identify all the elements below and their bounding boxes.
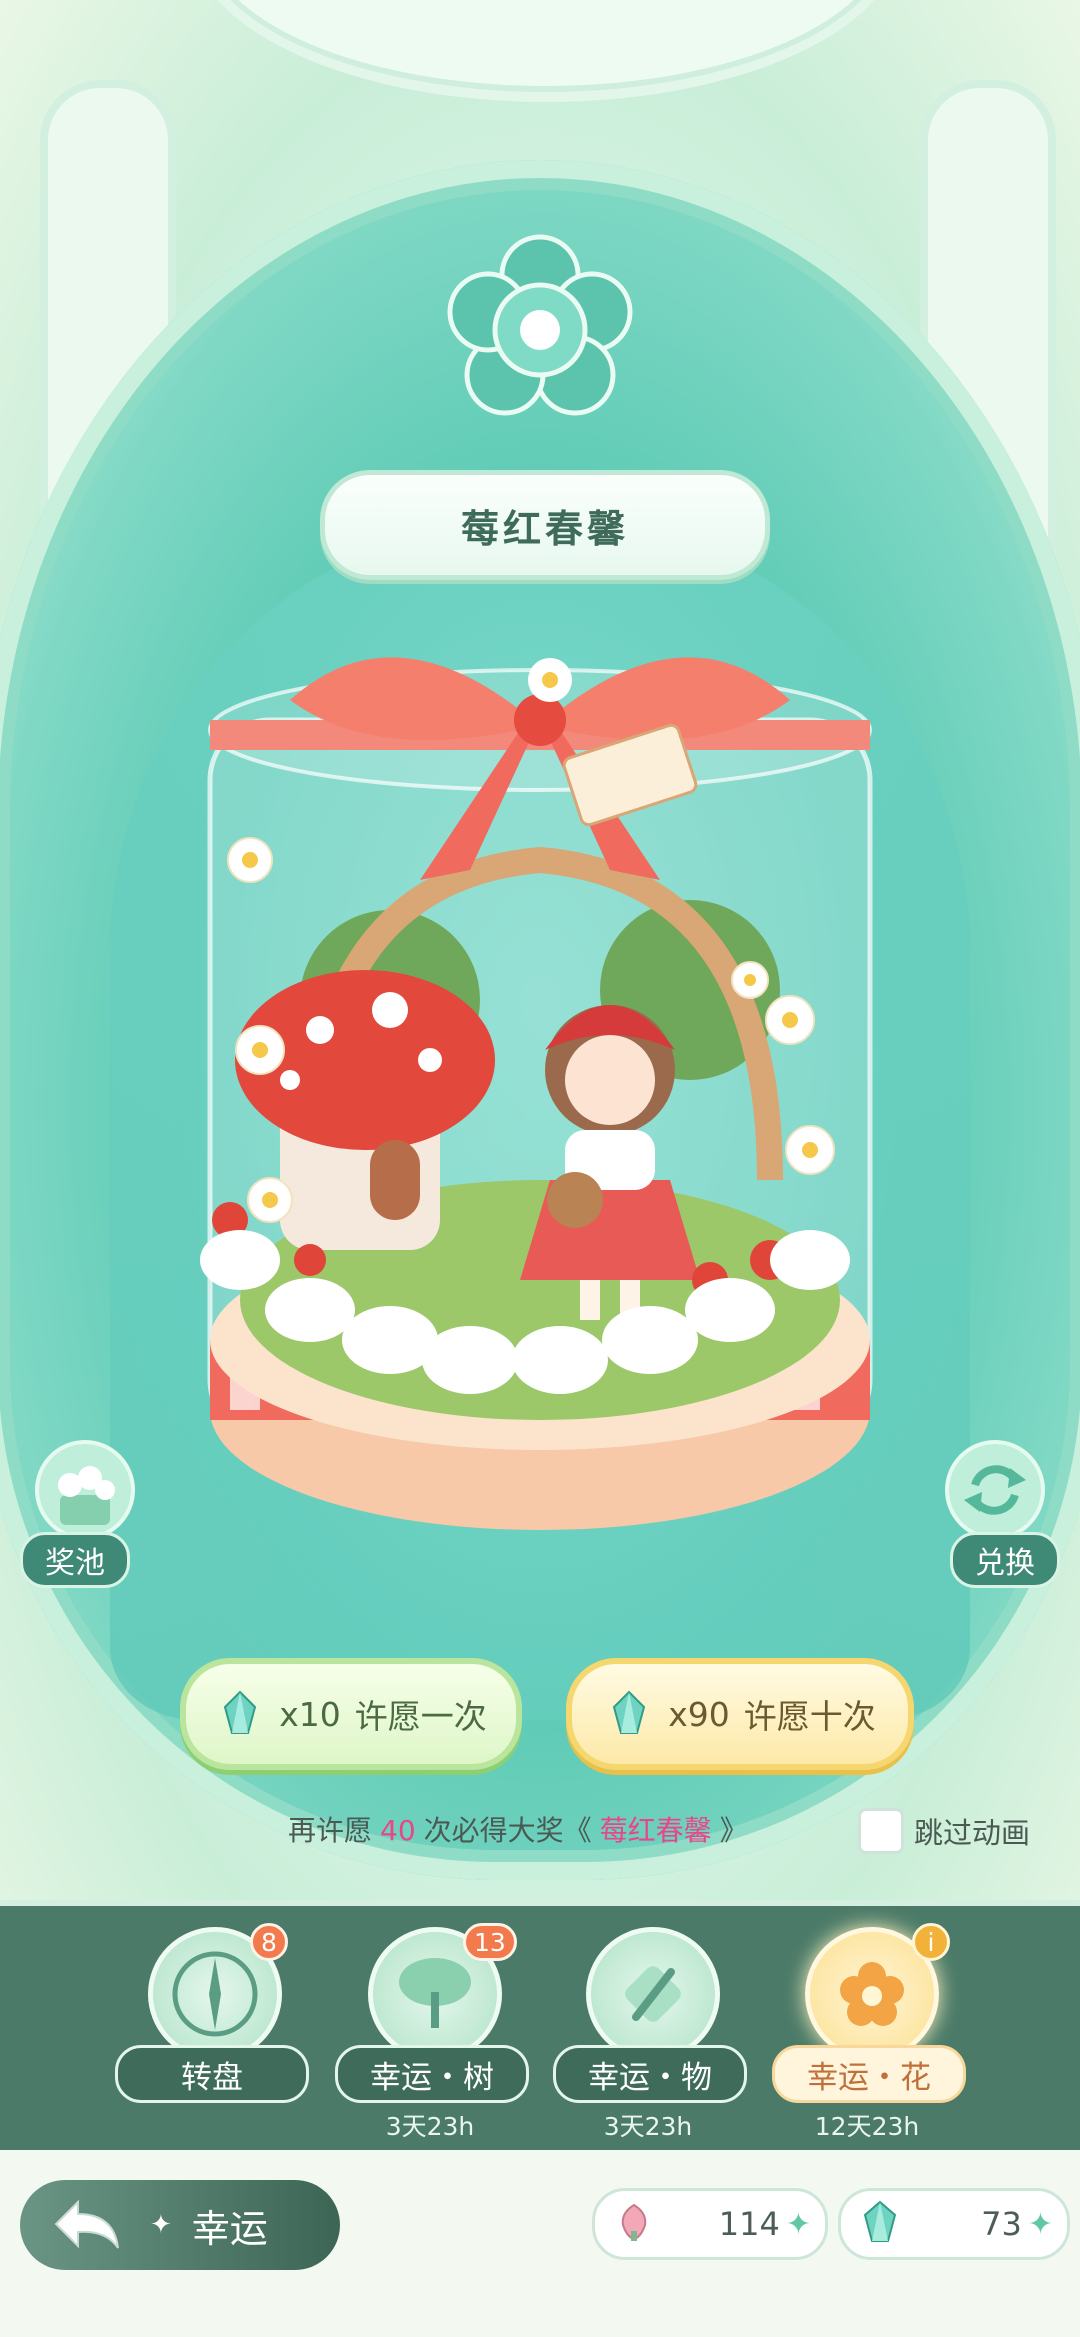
flower-currency-value: 114 [718, 2205, 780, 2243]
pity-middle: 次必得大奖《 [423, 1814, 592, 1847]
exchange-button[interactable]: 兑换 [930, 1440, 1060, 1588]
gem-currency[interactable]: 73 ✦ [838, 2188, 1070, 2260]
skip-animation-checkbox[interactable] [858, 1808, 904, 1854]
page-title: 莓红春馨 [460, 506, 629, 551]
tab-timer: 3天23h [603, 2112, 693, 2141]
tab-timer: 12天23h [814, 2112, 920, 2141]
strawberry-garden-jar-illustration [200, 657, 873, 1530]
flower-token-icon [621, 2203, 647, 2241]
pity-suffix: 》 [719, 1814, 748, 1847]
back-arrow-icon [54, 2199, 119, 2249]
gem-currency-value: 73 [981, 2205, 1022, 2243]
back-label: 幸运 [191, 2206, 268, 2251]
exchange-label: 兑换 [950, 1532, 1060, 1588]
tab-label: 幸运・树 [335, 2045, 529, 2103]
brush-icon [586, 1927, 720, 2061]
tab-turntable[interactable]: 8 转盘 [115, 1915, 309, 2145]
pity-prefix: 再许愿 [288, 1814, 373, 1847]
wish-once-button[interactable]: x10 许愿一次 [180, 1658, 522, 1770]
wish-once-cost: x10 [279, 1694, 341, 1734]
crystal-icon [224, 1690, 257, 1734]
tab-lucky-item[interactable]: 幸运・物 3天23h [553, 1915, 747, 2145]
skip-animation-toggle[interactable]: 跳过动画 [858, 1808, 1031, 1854]
wish-ten-button[interactable]: x90 许愿十次 [566, 1658, 914, 1770]
add-flower-icon[interactable]: ✦ [786, 2207, 811, 2242]
flower-basket-icon [35, 1440, 135, 1540]
tab-badge: 8 [250, 1923, 288, 1961]
tab-timer: 3天23h [385, 2112, 475, 2141]
info-icon[interactable]: i [912, 1923, 950, 1961]
tab-label: 转盘 [115, 2045, 309, 2103]
flower-currency[interactable]: 114 ✦ [592, 2188, 828, 2260]
tab-lucky-flower[interactable]: i 幸运・花 12天23h [772, 1915, 966, 2145]
back-button[interactable]: ✦ 幸运 [20, 2180, 340, 2270]
skip-animation-label: 跳过动画 [914, 1816, 1031, 1850]
flower-emblem-icon [447, 234, 633, 416]
title-plate: 莓红春馨 [320, 470, 770, 580]
wish-once-label: 许愿一次 [354, 1697, 487, 1736]
crystal-icon [613, 1690, 646, 1734]
wish-ten-cost: x90 [668, 1694, 730, 1734]
tab-lucky-tree[interactable]: 13 幸运・树 3天23h [335, 1915, 529, 2145]
tab-badge: 13 [463, 1923, 517, 1961]
prize-pool-label: 奖池 [20, 1532, 130, 1588]
wish-ten-label: 许愿十次 [743, 1697, 876, 1736]
pity-count: 40 [380, 1814, 416, 1847]
exchange-arrows-icon [945, 1440, 1045, 1540]
prize-pool-button[interactable]: 奖池 [20, 1440, 150, 1588]
pity-prize: 莓红春馨 [599, 1814, 712, 1847]
sparkle-icon: ✦ [150, 2210, 172, 2240]
tab-label: 幸运・物 [553, 2045, 747, 2103]
add-gem-icon[interactable]: ✦ [1028, 2207, 1053, 2242]
crystal-icon [863, 2200, 897, 2242]
tab-label: 幸运・花 [772, 2045, 966, 2103]
